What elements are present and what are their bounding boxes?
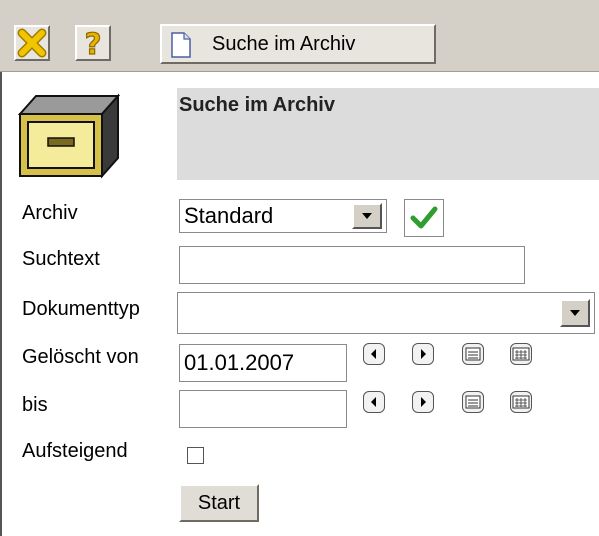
suchtext-label: Suchtext xyxy=(22,248,100,270)
archiv-select[interactable]: Standard xyxy=(179,199,387,233)
arrow-right-icon xyxy=(421,397,426,407)
arrow-right-icon xyxy=(421,349,426,359)
geloescht-von-label: Gelöscht von xyxy=(22,346,139,368)
geloescht-von-calendar-alt-button[interactable] xyxy=(510,343,532,365)
archiv-select-value: Standard xyxy=(184,203,274,228)
geloescht-von-calendar-button[interactable] xyxy=(462,343,484,365)
arrow-left-icon xyxy=(371,349,376,359)
left-border xyxy=(0,72,2,536)
toolbar: ? Suche im Archiv xyxy=(0,0,599,72)
bis-calendar-alt-button[interactable] xyxy=(510,391,532,413)
geloescht-von-input[interactable]: 01.01.2007 xyxy=(179,344,347,382)
archiv-label: Archiv xyxy=(22,202,78,224)
geloescht-von-next-button[interactable] xyxy=(412,343,434,365)
help-question-icon: ? xyxy=(84,27,102,59)
dokumenttyp-label: Dokumenttyp xyxy=(22,298,140,320)
bis-next-button[interactable] xyxy=(412,391,434,413)
geloescht-von-prev-button[interactable] xyxy=(363,343,385,365)
close-x-icon xyxy=(17,28,47,58)
bis-label: bis xyxy=(22,394,48,416)
header-panel: Suche im Archiv xyxy=(177,88,599,180)
bis-input[interactable] xyxy=(179,390,347,428)
archive-box-icon xyxy=(17,93,120,179)
help-button[interactable]: ? xyxy=(75,25,111,61)
svg-text:?: ? xyxy=(85,27,102,59)
calendar-icon xyxy=(465,347,481,361)
calendar-grid-icon xyxy=(512,347,530,361)
bis-prev-button[interactable] xyxy=(363,391,385,413)
arrow-left-icon xyxy=(371,397,376,407)
dokumenttyp-dropdown-button[interactable] xyxy=(560,299,590,327)
bis-calendar-button[interactable] xyxy=(462,391,484,413)
archiv-dropdown-button[interactable] xyxy=(352,203,382,229)
tab-label: Suche im Archiv xyxy=(212,33,356,55)
aufsteigend-label: Aufsteigend xyxy=(22,440,128,462)
chevron-down-icon xyxy=(362,213,372,219)
aufsteigend-checkbox[interactable] xyxy=(187,447,204,464)
apply-archiv-button[interactable] xyxy=(404,199,444,237)
page-title: Suche im Archiv xyxy=(179,94,335,116)
document-icon xyxy=(171,32,191,58)
checkmark-icon xyxy=(410,206,438,229)
tab-suche-im-archiv[interactable]: Suche im Archiv xyxy=(160,24,436,64)
close-button[interactable] xyxy=(14,25,50,61)
dokumenttyp-select[interactable] xyxy=(177,292,595,334)
calendar-grid-icon xyxy=(512,395,530,409)
calendar-icon xyxy=(465,395,481,409)
chevron-down-icon xyxy=(570,310,580,316)
suchtext-input[interactable] xyxy=(179,246,525,284)
start-button[interactable]: Start xyxy=(179,484,259,522)
